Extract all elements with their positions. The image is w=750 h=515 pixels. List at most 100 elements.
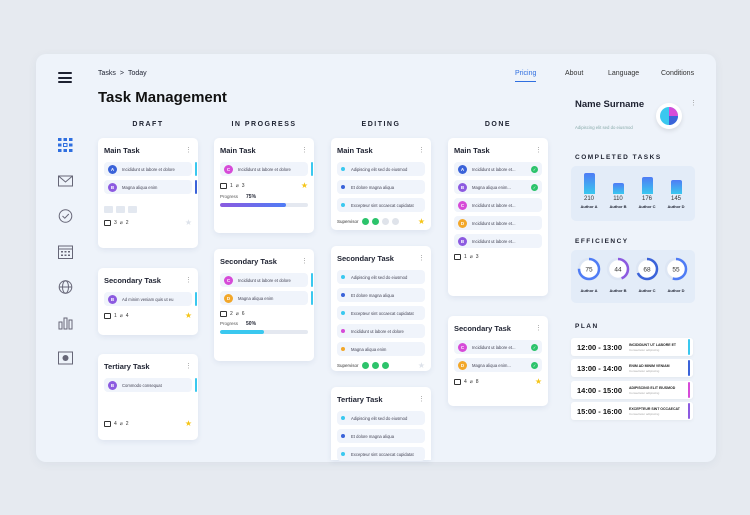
list-item[interactable]: Excepteur sint occaecat cupidatat bbox=[337, 447, 425, 461]
globe-icon[interactable] bbox=[58, 280, 73, 294]
task-card-editing-secondary[interactable]: Secondary Task ⋮ Adipiscing elit sed do e… bbox=[331, 246, 431, 371]
supervisor-row: Supervisor ★ bbox=[337, 361, 425, 370]
bar-chart-icon[interactable] bbox=[58, 316, 73, 330]
list-item[interactable]: Excepteur sint occaecat cupidatat bbox=[337, 198, 425, 212]
comment-icon[interactable] bbox=[454, 379, 461, 385]
more-icon[interactable]: ⋮ bbox=[418, 254, 425, 263]
nav-conditions[interactable]: Conditions bbox=[661, 70, 694, 77]
more-icon[interactable]: ⋮ bbox=[535, 324, 542, 333]
list-item[interactable]: B Incididunt ut labore et... bbox=[454, 234, 542, 248]
attachment-icon[interactable]: ⌀ bbox=[120, 220, 123, 226]
attachment-icon[interactable]: ⌀ bbox=[120, 313, 123, 319]
list-item[interactable]: Et dolore magna aliqua bbox=[337, 429, 425, 443]
check-icon[interactable]: ✓ bbox=[531, 165, 538, 173]
list-item[interactable]: Et dolore magna aliqua bbox=[337, 180, 425, 194]
list-item[interactable]: B Ad minim veniam quis ut eu bbox=[104, 292, 197, 306]
more-icon[interactable]: ⋮ bbox=[535, 146, 542, 155]
more-icon[interactable]: ⋮ bbox=[690, 99, 697, 107]
task-card-done-secondary[interactable]: Secondary Task ⋮ C Incididunt ut labore et… bbox=[448, 316, 548, 406]
list-item[interactable]: Et dolore magna aliqua bbox=[337, 288, 425, 302]
star-icon[interactable]: ★ bbox=[185, 420, 192, 428]
list-item[interactable]: Excepteur sint occaecat cupidatat bbox=[337, 306, 425, 320]
list-item[interactable]: D Magna aliqua enim bbox=[220, 291, 313, 305]
more-icon[interactable]: ⋮ bbox=[185, 362, 192, 371]
more-icon[interactable]: ⋮ bbox=[418, 146, 425, 155]
check-icon[interactable]: ✓ bbox=[531, 183, 538, 191]
star-icon[interactable]: ★ bbox=[535, 378, 542, 386]
comment-icon[interactable] bbox=[220, 183, 227, 189]
plan-row[interactable]: 13:00 - 14:00 ENIM AD MINIM VENIAM Consect… bbox=[571, 359, 693, 377]
comment-icon[interactable] bbox=[454, 254, 461, 260]
comment-icon[interactable] bbox=[104, 220, 111, 226]
list-item[interactable]: Adipiscing elit sed do eiusmod bbox=[337, 162, 425, 176]
profile-name: Name Surname bbox=[575, 99, 645, 110]
list-item[interactable]: C Incididunt ut labore et dolore bbox=[220, 162, 313, 176]
star-icon[interactable]: ★ bbox=[301, 182, 308, 190]
task-card-editing-main[interactable]: Main Task ⋮ Adipiscing elit sed do eiusmo… bbox=[331, 138, 431, 230]
plan-row[interactable]: 15:00 - 16:00 EXCEPTEUR SINT OCCAECAT Cons… bbox=[571, 402, 693, 420]
task-card-editing-tertiary[interactable]: Tertiary Task ⋮ Adipiscing elit sed do ei… bbox=[331, 387, 431, 461]
nav-pricing[interactable]: Pricing bbox=[515, 70, 537, 82]
progress-value: 75% bbox=[246, 194, 257, 200]
list-item[interactable]: Adipiscing elit sed do eiusmod bbox=[337, 411, 425, 425]
more-icon[interactable]: ⋮ bbox=[301, 146, 308, 155]
comment-icon[interactable] bbox=[220, 311, 227, 317]
task-card-draft-main[interactable]: Main Task ⋮ A Incididunt ut labore et dolo… bbox=[98, 138, 198, 248]
check-icon[interactable]: ✓ bbox=[531, 361, 538, 369]
task-card-done-main[interactable]: Main Task ⋮ A Incididunt ut labore et... ✓ … bbox=[448, 138, 548, 296]
attachment-icon[interactable]: ⌀ bbox=[236, 311, 239, 317]
comment-icon[interactable] bbox=[104, 421, 111, 427]
dashboard-icon[interactable] bbox=[58, 138, 73, 152]
list-item[interactable]: C Incididunt ut labore et... bbox=[454, 198, 542, 212]
list-item[interactable]: Incididunt ut labore et dolore bbox=[337, 324, 425, 338]
attachment-count: 4 bbox=[125, 313, 129, 319]
task-card-draft-secondary[interactable]: Secondary Task ⋮ B Ad minim veniam quis ut… bbox=[98, 268, 198, 335]
attachment-icon[interactable]: ⌀ bbox=[120, 421, 123, 427]
star-icon[interactable]: ★ bbox=[185, 312, 192, 320]
list-item[interactable]: B Commodo consequat bbox=[104, 378, 197, 392]
avatar: A bbox=[108, 164, 117, 174]
more-icon[interactable]: ⋮ bbox=[418, 395, 425, 404]
mail-icon[interactable] bbox=[58, 174, 73, 188]
nav-language[interactable]: Language bbox=[608, 70, 639, 77]
list-item[interactable]: D Incididunt ut labore et... bbox=[454, 216, 542, 230]
avatar: C bbox=[224, 164, 233, 174]
plan-row[interactable]: 14:00 - 15:00 ADIPISCING ELIT EIUSMOD Cons… bbox=[571, 381, 693, 399]
card-title: Main Task bbox=[337, 146, 373, 155]
avatar[interactable] bbox=[656, 103, 682, 129]
more-icon[interactable]: ⋮ bbox=[301, 257, 308, 266]
more-icon[interactable]: ⋮ bbox=[185, 276, 192, 285]
comment-icon[interactable] bbox=[104, 313, 111, 319]
task-card-progress-secondary[interactable]: Secondary Task ⋮ C Incididunt ut labore et… bbox=[214, 249, 314, 361]
item-text: Incididunt ut labore et... bbox=[472, 238, 516, 244]
image-placeholders bbox=[104, 206, 192, 213]
star-icon[interactable]: ★ bbox=[418, 217, 425, 226]
list-item[interactable]: A Incididunt ut labore et dolore bbox=[104, 162, 197, 176]
list-item[interactable]: D Magna aliqua enim... ✓ bbox=[454, 358, 542, 372]
attachment-icon[interactable]: ⌀ bbox=[470, 379, 473, 385]
nav-about[interactable]: About bbox=[565, 70, 583, 77]
task-card-progress-main[interactable]: Main Task ⋮ C Incididunt ut labore et dolo… bbox=[214, 138, 314, 233]
item-text: Magna aliqua enim... bbox=[472, 184, 511, 190]
list-item[interactable]: B Magna aliqua enim... ✓ bbox=[454, 180, 542, 194]
list-item[interactable]: C Incididunt ut labore et dolore bbox=[220, 273, 313, 287]
avatar: B bbox=[108, 380, 117, 390]
calendar-icon[interactable] bbox=[58, 245, 73, 259]
task-card-draft-tertiary[interactable]: Tertiary Task ⋮ B Commodo consequat 4 ⌀ 2 ★ bbox=[98, 354, 198, 440]
star-icon[interactable]: ★ bbox=[418, 361, 425, 370]
item-text: Incididunt ut labore et dolore bbox=[238, 166, 291, 172]
list-item[interactable]: B Magna aliqua enim bbox=[104, 180, 197, 194]
star-icon[interactable]: ★ bbox=[185, 219, 192, 227]
plan-row[interactable]: 12:00 - 13:00 INCIDIDUNT UT LABORE ET Cons… bbox=[571, 338, 693, 356]
check-icon[interactable]: ✓ bbox=[531, 343, 538, 351]
attachment-icon[interactable]: ⌀ bbox=[470, 254, 473, 260]
list-item[interactable]: C Incididunt ut labore et... ✓ bbox=[454, 340, 542, 354]
list-item[interactable]: A Incididunt ut labore et... ✓ bbox=[454, 162, 542, 176]
svg-text:55: 55 bbox=[672, 267, 680, 274]
check-circle-icon[interactable] bbox=[58, 209, 73, 223]
list-item[interactable]: Adipiscing elit sed do eiusmod bbox=[337, 270, 425, 284]
image-icon[interactable] bbox=[58, 351, 73, 365]
attachment-icon[interactable]: ⌀ bbox=[236, 183, 239, 189]
more-icon[interactable]: ⋮ bbox=[185, 146, 192, 155]
list-item[interactable]: Magna aliqua enim bbox=[337, 342, 425, 356]
